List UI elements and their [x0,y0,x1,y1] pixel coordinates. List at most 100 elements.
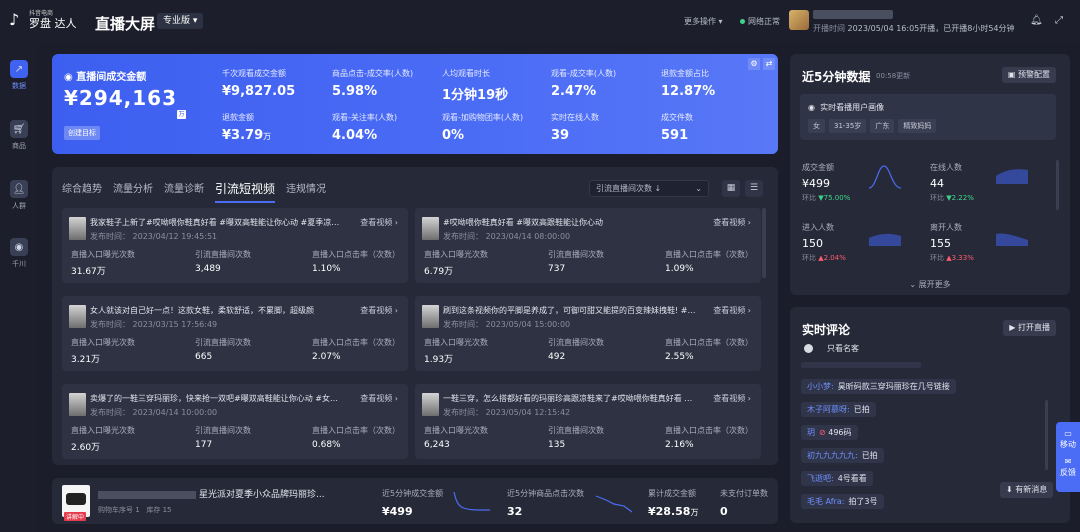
video-thumbnail[interactable] [422,393,439,416]
view-video-label: 查看视频 [713,306,746,315]
sidebar-item-audience[interactable]: 👤︎ 人群 [0,180,38,211]
video-card[interactable]: 刷到这条视频你的平脚是养成了，可御可甜又能提的百变辣妹拽鞋! #黑色... 查看视… [415,296,761,371]
video-thumbnail[interactable] [69,217,86,240]
video-card[interactable]: 卖爆了的一鞋三穿玛丽珍，快来抢一双吧#曝双高鞋能让你心动 #女鞋... 查看视频 … [62,384,408,459]
comment-text: 昊昕码款三穿玛丽珍在几号链接 [837,382,950,391]
view-video-link[interactable]: 查看视频 › [713,305,751,316]
sidebar-item-data[interactable]: ↗ 数据 [0,60,38,91]
view-video-link[interactable]: 查看视频 › [713,217,751,228]
portrait-tags: 女 31-35岁 广东 精致妈妈 [808,119,937,133]
anonymous-toggle[interactable]: 只看名客 [804,343,859,354]
username-redacted [813,10,893,19]
video-title: 女人就该对自己好一点！这款女鞋，柔软舒适，不累脚，超级颜 [90,306,314,315]
bell-icon[interactable]: 🔔︎ [1030,15,1043,26]
stock: 库存 15 [146,506,172,514]
avatar[interactable] [789,10,809,30]
metric-label: 观看-加购物团率(人数) [442,113,524,122]
video-title: #哎呦喂你鞋真好看 #曝双高跟鞋能让你心动 [443,218,603,227]
view-video-label: 查看视频 [713,218,746,227]
fullscreen-icon[interactable]: ⤢ [1055,15,1063,26]
video-thumbnail[interactable] [422,305,439,328]
compare-label: 环比 [802,254,816,262]
change-value: ▲2.04% [818,254,846,262]
more-actions-button[interactable]: 更多操作 ▾ [684,16,723,27]
sort-select[interactable]: 引流直播间次数 ↓ ⌄ [589,180,709,197]
video-thumbnail[interactable] [422,217,439,240]
sparkline [868,165,902,189]
change-value: ▲3.33% [946,254,974,262]
video-card[interactable]: 我家鞋子上新了#哎呦喂你鞋真好看 #曝双高鞋能让你心动 #夏季凉鞋... 查看视频… [62,208,408,283]
view-video-link[interactable]: 查看视频 › [360,305,398,316]
tab-trend[interactable]: 综合趋势 [62,180,102,203]
metric-value: ¥3.79万 [222,128,271,143]
metric-value: 150 [802,237,823,250]
view-video-link[interactable]: 查看视频 › [713,393,751,404]
gmv-value: ¥294,163 [64,86,178,110]
new-message-button[interactable]: ⬇ 有新消息 [1000,482,1054,498]
tab-violations[interactable]: 违规情况 [286,180,326,203]
scrollbar[interactable] [762,208,766,278]
feedback-button[interactable]: 反馈 [1056,467,1080,478]
scrollbar[interactable] [1056,160,1059,210]
card-metric-label: 直播入口曝光次数 [71,338,135,347]
tab-bar: 综合趋势 流量分析 流量诊断 引流短视频 违规情况 [62,180,337,203]
sidebar-item-qianchuan[interactable]: ◉ 千川 [0,238,38,269]
status-badge: 讲解中 [64,512,87,521]
metric-label: 观看-关注率(人数) [332,113,398,122]
more-label: 更多操作 [684,17,716,26]
metric-label: 观看-成交率(人数) [551,69,617,78]
gmv-label-text: 直播间成交金额 [76,72,147,83]
video-thumbnail[interactable] [69,305,86,328]
card-metric-label: 直播入口曝光次数 [424,250,488,259]
swap-icon[interactable]: ⇄ [763,58,775,70]
product-metric: 未支付订单数 0 [720,488,768,518]
metric-value: 12.87% [661,84,716,99]
metric: 退款金额 ¥3.79万 [222,112,271,143]
metric-label: 退款金额占比 [661,69,709,78]
product-name-text: 星光派对夏季小众品牌玛丽珍... [199,490,325,500]
video-thumbnail[interactable] [69,393,86,416]
sidebar-item-products[interactable]: 🛒︎ 商品 [0,120,38,151]
view-video-label: 查看视频 [360,218,393,227]
video-card[interactable]: 女人就该对自己好一点！这款女鞋，柔软舒适，不累脚，超级颜 查看视频 › 发布时间： … [62,296,408,371]
comment: 玥 ⊘ 496码 [801,425,858,440]
tab-traffic-diagnosis[interactable]: 流量诊断 [164,180,204,203]
metric: 退款金额占比 12.87% [661,68,715,99]
card-metric-label: 引流直播间次数 [548,426,604,435]
metric: 观看-加购物团率(人数) 0% [442,112,523,143]
publish-time: 发布时间： 2023/03/15 17:56:49 [90,320,218,329]
alert-config-button[interactable]: ▣ 预警配置 [1001,67,1056,83]
metric-label: 进入人数 [802,223,834,232]
card-metric-value: 737 [548,264,566,274]
tab-short-video[interactable]: 引流短视频 [215,180,276,203]
network-status: 网络正常 [740,16,780,27]
create-goal-button[interactable]: 创建目标 [64,126,100,140]
app-logo[interactable]: ♪ 抖音电商 罗盘 达人 [9,10,77,30]
card-metric-value: 3,489 [195,264,221,274]
tab-traffic-analysis[interactable]: 流量分析 [113,180,153,203]
open-live-button[interactable]: ▶ 打开直播 [1003,320,1056,336]
metric-value: ¥499 [802,177,830,190]
card-metric-label: 直播入口曝光次数 [424,338,488,347]
metric-value: 1分钟19秒 [442,88,509,103]
view-video-link[interactable]: 查看视频 › [360,393,398,404]
video-card[interactable]: #哎呦喂你鞋真好看 #曝双高跟鞋能让你心动 查看视频 › 发布时间： 2023/04… [415,208,761,283]
comment-text: 已拍 [853,405,870,414]
move-button[interactable]: 移动 [1056,439,1080,450]
metric-label: 人均观看时长 [442,69,490,78]
move-icon[interactable]: ▭ [1056,428,1080,439]
video-card[interactable]: 一鞋三穿，怎么搭都好看的玛丽珍高跟凉鞋来了#哎呦喂你鞋真好看 #夏... 查看视频… [415,384,761,459]
metric: 商品点击-成交率(人数) 5.98% [332,68,413,99]
edition-selector[interactable]: 专业版 ▾ [157,13,204,29]
floating-toolbar: ▭ 移动 ✉ 反馈 [1056,422,1080,492]
change-number: 75.00% [823,194,851,202]
feedback-icon[interactable]: ✉ [1056,456,1080,467]
grid-view-icon[interactable]: ▦ [722,180,740,197]
settings-icon[interactable]: ⚙ [748,58,760,70]
sparkline [869,233,901,246]
list-view-icon[interactable]: ☰ [745,180,763,197]
view-video-link[interactable]: 查看视频 › [360,217,398,228]
open-live-label: 打开直播 [1018,323,1050,332]
expand-more-button[interactable]: ⌄ 展开更多 [790,279,1070,290]
scrollbar[interactable] [1045,400,1048,470]
